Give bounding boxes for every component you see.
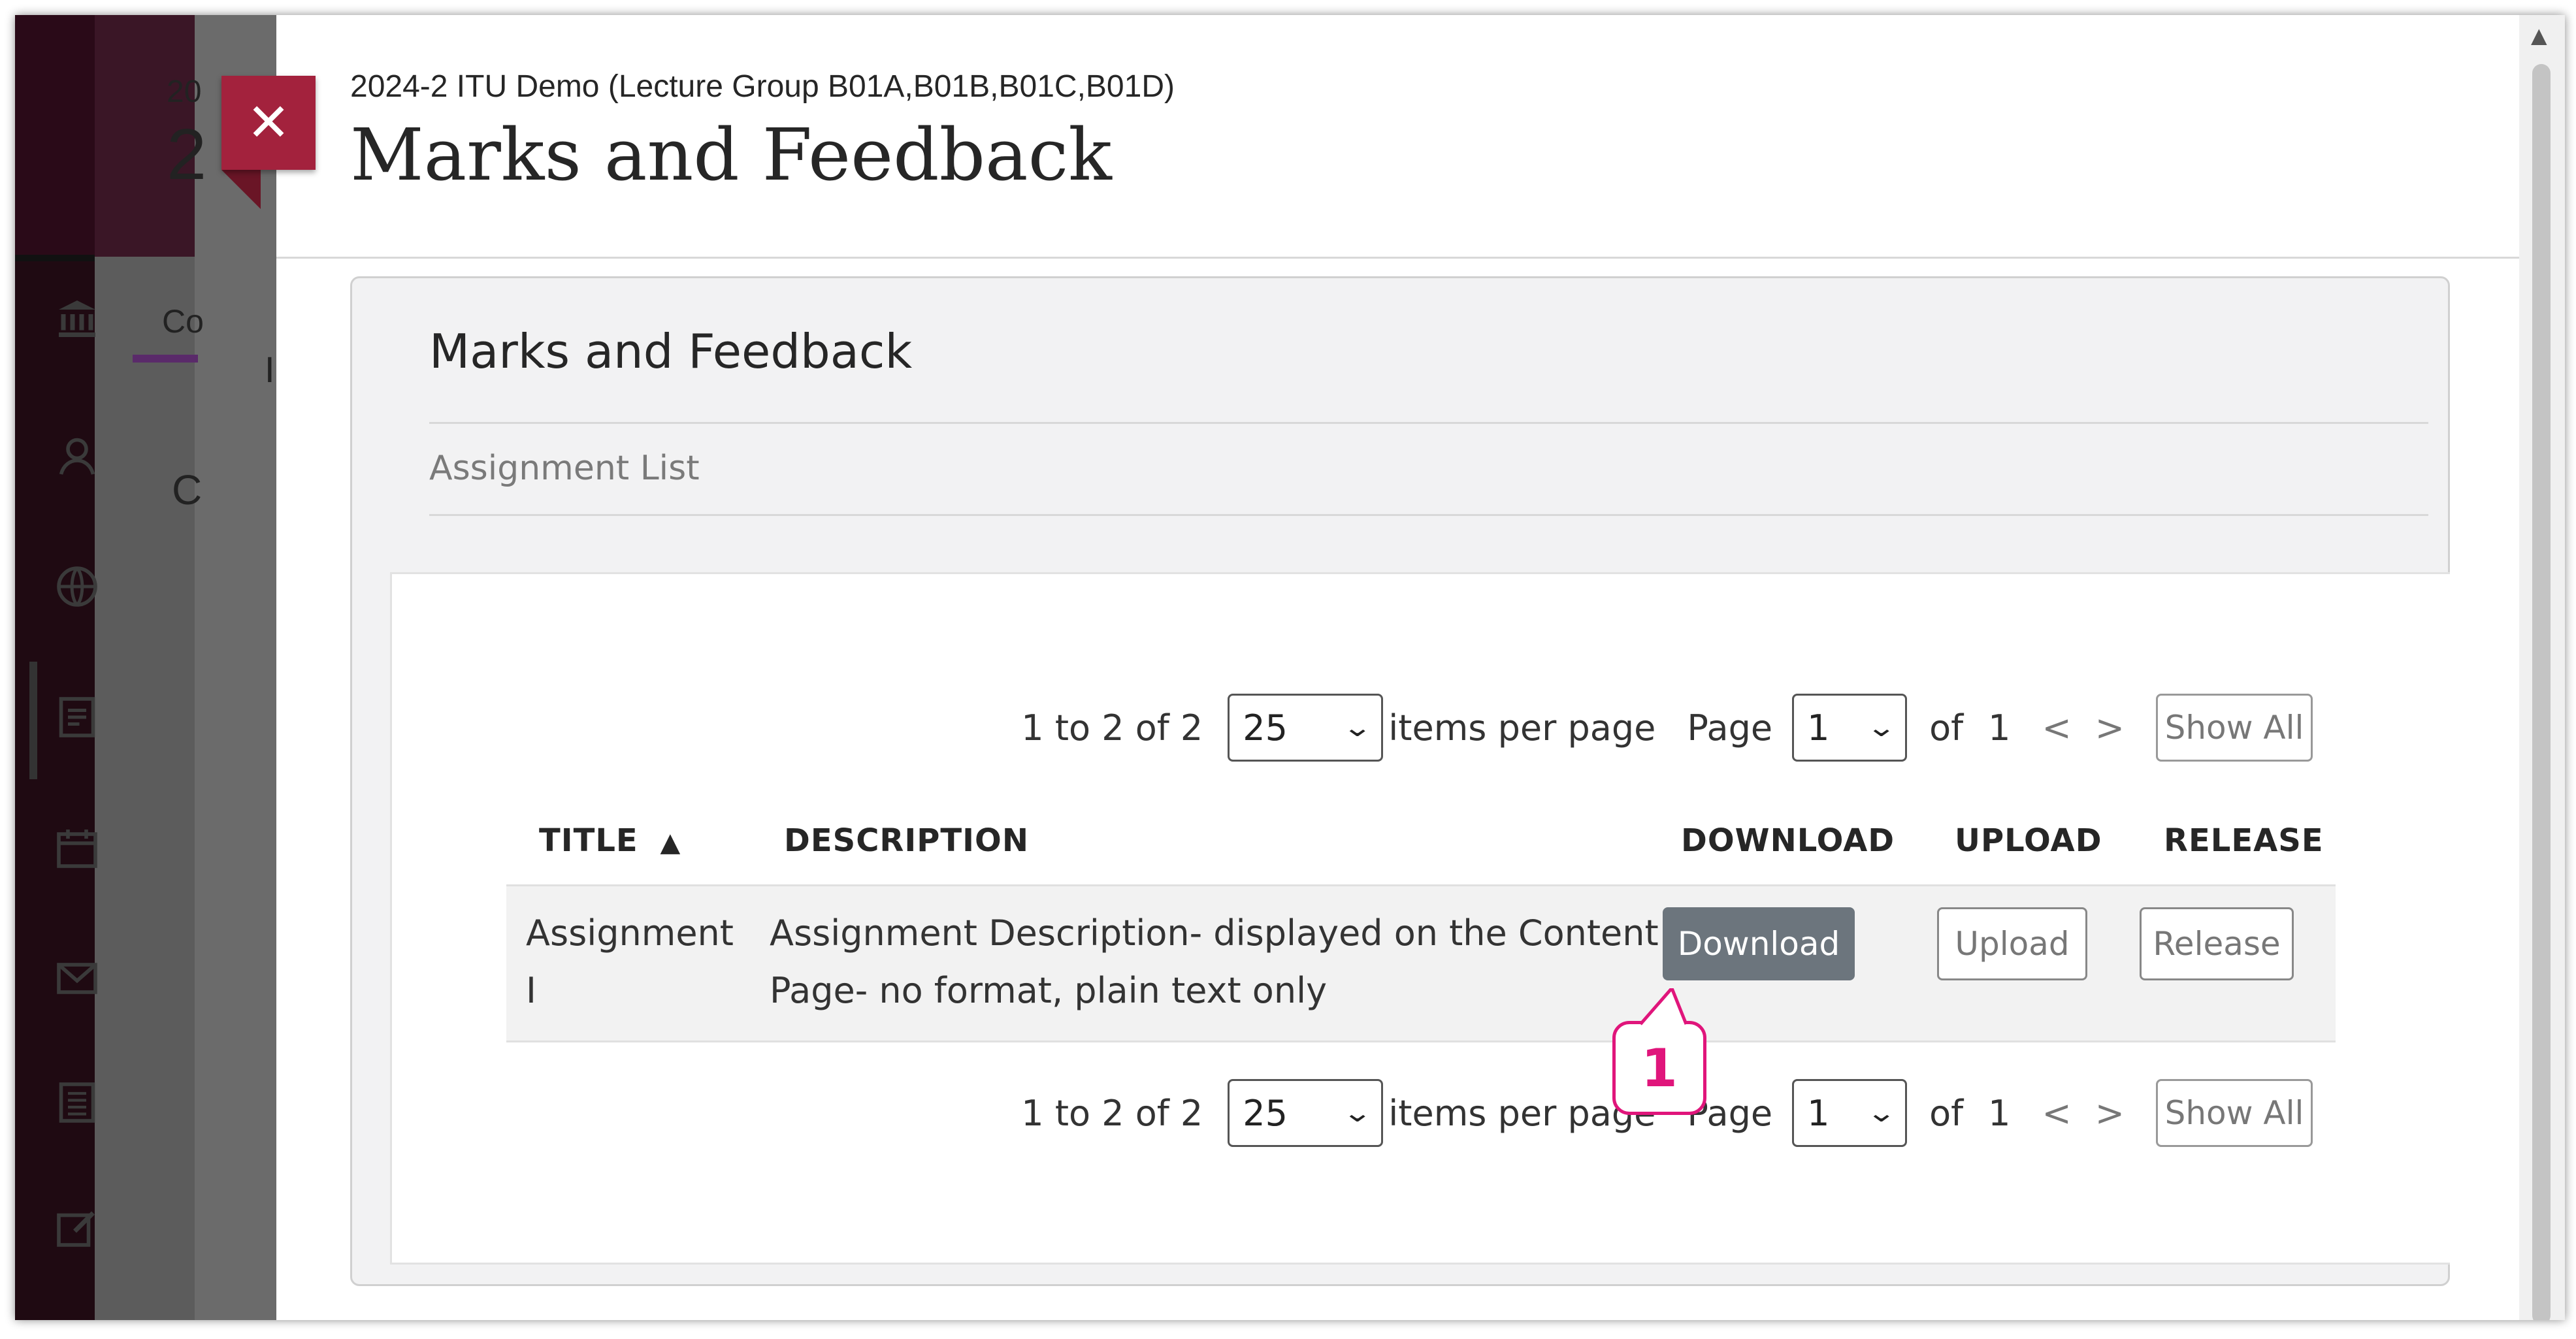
card-title: Marks and Feedback: [429, 324, 913, 379]
next-page-link[interactable]: >: [2095, 1093, 2125, 1134]
list-icon: [54, 1080, 100, 1135]
prev-page-link[interactable]: <: [2042, 707, 2072, 749]
pager-range: 1 to 2 of 2: [1021, 707, 1203, 749]
scrollbar[interactable]: ▲: [2519, 15, 2565, 1320]
prev-page-link[interactable]: <: [2042, 1093, 2072, 1134]
assignment-title: Assignment I: [526, 912, 734, 1011]
total-pages: 1: [1988, 1092, 2011, 1134]
sort-ascending-icon: ▲: [660, 828, 681, 858]
scroll-up-icon[interactable]: ▲: [2531, 23, 2547, 48]
divider: [276, 257, 2530, 259]
background-text: Co: [162, 303, 204, 340]
chevron-down-icon: ⌄: [1865, 1098, 1897, 1128]
page-title: Marks and Feedback: [350, 113, 1112, 197]
items-per-page-label: items per page: [1388, 707, 1656, 749]
breadcrumb-assignment-list: Assignment List: [429, 449, 700, 488]
screenshot-frame: 20 2 Co I C ✕ 2024-2 ITU Demo (Lecture G…: [15, 15, 2565, 1320]
edit-icon: [54, 1204, 100, 1259]
globe-icon: [54, 564, 100, 619]
person-icon: [54, 433, 100, 489]
chevron-down-icon: ⌄: [1342, 1098, 1373, 1128]
column-header-release: RELEASE: [2164, 822, 2324, 859]
background-text: 2: [167, 114, 207, 195]
column-header-description: DESCRIPTION: [784, 822, 1030, 859]
background-text: I: [265, 349, 275, 390]
close-button[interactable]: ✕: [221, 76, 316, 170]
assignment-list-panel: 1 to 2 of 2 25 ⌄ items per page Page 1 ⌄ o…: [390, 572, 2450, 1265]
assignment-description: Assignment Description- displayed on the…: [770, 912, 1659, 1011]
document-icon: [54, 694, 100, 750]
of-label: of: [1929, 707, 1964, 749]
calendar-icon: [54, 825, 100, 880]
show-all-button[interactable]: Show All: [2156, 1079, 2313, 1147]
download-button[interactable]: Download: [1663, 907, 1855, 980]
breadcrumb: Assignment List: [429, 422, 2428, 516]
table-row: Assignment I Assignment Description- dis…: [506, 884, 2336, 1042]
column-header-download: DOWNLOAD: [1681, 822, 1895, 859]
background-tab-underline: [133, 355, 198, 363]
column-header-upload: UPLOAD: [1955, 822, 2102, 859]
background-text: C: [172, 466, 203, 513]
items-per-page-select[interactable]: 25 ⌄: [1228, 1079, 1384, 1147]
chevron-down-icon: ⌄: [1342, 713, 1373, 743]
release-button[interactable]: Release: [2140, 907, 2294, 980]
callout-pointer: [1640, 988, 1688, 1025]
background-text: 20: [167, 74, 202, 109]
column-header-title[interactable]: TITLE ▲: [539, 822, 681, 859]
of-label: of: [1929, 1092, 1964, 1134]
marks-feedback-modal: 2024-2 ITU Demo (Lecture Group B01A,B01B…: [276, 15, 2565, 1320]
page-select[interactable]: 1 ⌄: [1792, 1079, 1908, 1147]
close-button-fold: [221, 170, 261, 209]
pager-top: 1 to 2 of 2 25 ⌄ items per page Page 1 ⌄ o…: [1016, 692, 2313, 764]
course-name: 2024-2 ITU Demo (Lecture Group B01A,B01B…: [350, 69, 1175, 104]
scrollbar-thumb[interactable]: [2532, 64, 2551, 1320]
institution-icon: [54, 296, 100, 351]
pager-range: 1 to 2 of 2: [1021, 1092, 1203, 1134]
background-app: 20 2 Co I C: [15, 15, 276, 1320]
mail-icon: [54, 956, 100, 1011]
show-all-button[interactable]: Show All: [2156, 694, 2313, 762]
upload-button[interactable]: Upload: [1937, 907, 2087, 980]
page-label: Page: [1687, 707, 1773, 749]
chevron-down-icon: ⌄: [1865, 713, 1897, 743]
total-pages: 1: [1988, 707, 2011, 749]
next-page-link[interactable]: >: [2095, 707, 2125, 749]
page-select[interactable]: 1 ⌄: [1792, 694, 1908, 762]
items-per-page-select[interactable]: 25 ⌄: [1228, 694, 1384, 762]
marks-feedback-card: Marks and Feedback Assignment List 1 to …: [350, 276, 2450, 1286]
callout-badge: 1: [1612, 1021, 1706, 1115]
